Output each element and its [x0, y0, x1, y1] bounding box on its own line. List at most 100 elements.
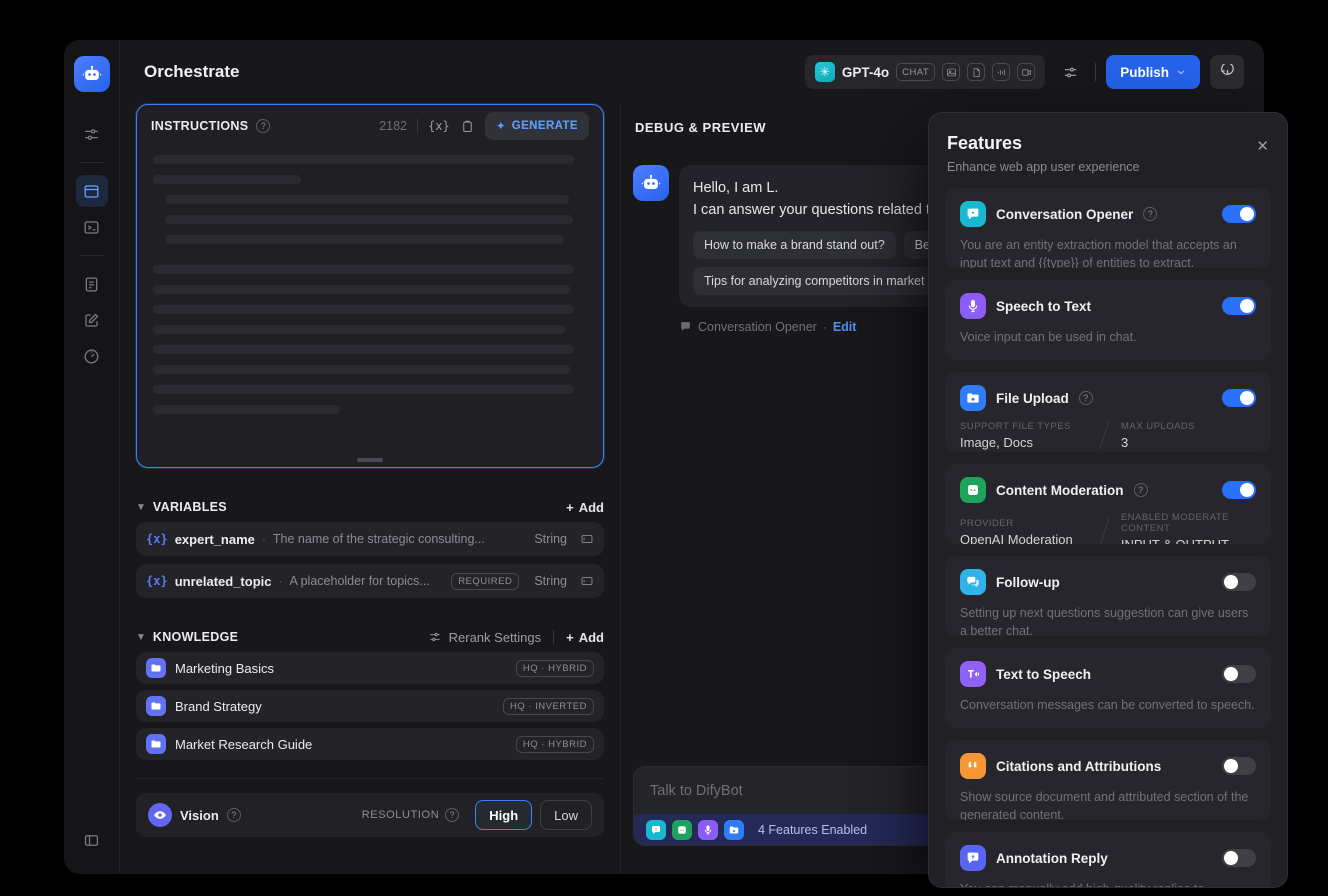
sidebar-item-params[interactable]: [76, 118, 108, 150]
feature-toggle[interactable]: [1222, 297, 1256, 315]
resolution-label: RESOLUTION ?: [362, 808, 460, 822]
generate-label: GENERATE: [511, 120, 578, 132]
follow-up-icon: [960, 569, 986, 595]
text-input-icon: [580, 532, 594, 546]
feature-description: Setting up next questions suggestion can…: [960, 606, 1249, 636]
variable-row[interactable]: {x} expert_name · The name of the strategic…: [136, 522, 604, 556]
add-knowledge-button[interactable]: + Add: [566, 630, 604, 645]
variable-row[interactable]: {x} unrelated_topic · A placeholder for top…: [136, 564, 604, 598]
conversation-opener-icon: [960, 201, 986, 227]
generate-button[interactable]: ✦ GENERATE: [484, 112, 589, 140]
feature-toggle[interactable]: [1222, 205, 1256, 223]
app-logo[interactable]: [73, 56, 110, 92]
sidebar-item-annotations[interactable]: [76, 304, 108, 336]
skeleton-line: [153, 385, 574, 394]
instructions-skeleton: [151, 147, 589, 414]
setting-value: INPUT & OUTPUT: [1121, 537, 1256, 544]
model-settings-button[interactable]: [1055, 57, 1085, 87]
feature-toggle[interactable]: [1222, 481, 1256, 499]
edit-opener-link[interactable]: Edit: [833, 320, 857, 334]
collapse-sidebar-button[interactable]: [76, 824, 108, 856]
instructions-label: INSTRUCTIONS: [151, 119, 249, 133]
divider: [417, 119, 418, 133]
browser-window-icon: [84, 184, 99, 198]
publish-button[interactable]: Publish: [1106, 55, 1200, 89]
citations-icon: [960, 753, 986, 779]
setting-value: OpenAI Moderation: [960, 531, 1073, 545]
features-subtitle: Enhance web app user experience: [947, 160, 1140, 174]
version-history-button[interactable]: [1210, 55, 1244, 89]
resize-handle[interactable]: [357, 458, 383, 462]
opener-label: Conversation Opener: [698, 319, 817, 334]
divider: [553, 630, 555, 644]
variables-title: VARIABLES: [152, 500, 227, 514]
required-badge: REQUIRED: [451, 572, 520, 590]
help-icon: ?: [445, 808, 460, 822]
variables-list: {x} expert_name · The name of the strategic…: [136, 522, 604, 598]
feature-card: Text to Speech Conversation messages can…: [945, 648, 1271, 728]
knowledge-row[interactable]: Brand Strategy HQ · INVERTED: [136, 690, 604, 722]
feature-name: Citations and Attributions: [996, 758, 1162, 774]
feature-toggle[interactable]: [1222, 757, 1256, 775]
image-capability-icon: [942, 63, 961, 81]
setting-label: ENABLED MODERATE CONTENT: [1120, 512, 1229, 534]
add-variable-button[interactable]: + Add: [566, 500, 604, 515]
sidebar-item-logs[interactable]: [76, 268, 108, 300]
help-icon: ?: [256, 119, 271, 133]
eye-icon: [148, 803, 172, 827]
skeleton-line: [165, 195, 569, 204]
chevron-down-icon[interactable]: ▼: [136, 632, 146, 643]
index-mode-badge: HQ · INVERTED: [502, 697, 594, 715]
feature-toggle[interactable]: [1222, 389, 1256, 407]
feature-name: Follow-up: [996, 574, 1060, 590]
text-to-speech-icon: [960, 661, 986, 687]
feature-toggle[interactable]: [1222, 849, 1256, 867]
sidebar-item-monitoring[interactable]: [76, 340, 108, 372]
help-icon: ?: [1143, 207, 1158, 221]
sidebar-item-terminal[interactable]: [76, 211, 108, 243]
model-selector[interactable]: ✳ GPT-4o CHAT: [804, 55, 1046, 89]
chevron-down-icon[interactable]: ▼: [136, 502, 146, 513]
model-mode-badge: CHAT: [896, 63, 936, 81]
publish-label: Publish: [1120, 64, 1169, 80]
copy-icon[interactable]: [460, 119, 475, 134]
knowledge-row[interactable]: Market Research Guide HQ · HYBRID: [136, 728, 604, 760]
vision-setting: Vision ? RESOLUTION ? High Low: [136, 793, 604, 837]
dataset-folder-icon: [146, 658, 166, 678]
instructions-editor[interactable]: INSTRUCTIONS ? 2182 {x} ✦ GENERATE: [136, 104, 604, 468]
feature-description: You are an entity extraction model that …: [960, 238, 1237, 268]
resolution-high-button[interactable]: High: [475, 800, 533, 830]
sidebar-item-orchestrate[interactable]: [75, 175, 108, 207]
rerank-settings-button[interactable]: Rerank Settings: [428, 630, 541, 645]
conversation-opener-icon: [646, 819, 666, 840]
knowledge-row[interactable]: Marketing Basics HQ · HYBRID: [136, 652, 604, 684]
topbar-divider: [1095, 63, 1097, 81]
feature-name: File Upload: [996, 390, 1069, 406]
feature-name: Annotation Reply: [996, 850, 1108, 866]
feature-toggle[interactable]: [1222, 573, 1256, 591]
resolution-low-button[interactable]: Low: [540, 800, 592, 830]
feature-name: Content Moderation: [996, 482, 1124, 498]
variable-type: String: [534, 532, 567, 546]
sidebar-divider: [78, 255, 105, 256]
feature-name: Speech to Text: [996, 298, 1092, 314]
knowledge-title: KNOWLEDGE: [152, 630, 239, 644]
annotation-reply-icon: [960, 845, 986, 871]
model-name: GPT-4o: [841, 64, 890, 80]
feature-card: File Upload ? SUPPORT FILE TYPES Image, D…: [945, 372, 1271, 452]
close-icon[interactable]: ✕: [1256, 137, 1269, 155]
feature-description: You can manually add high-quality replie…: [960, 880, 1256, 887]
feature-toggle[interactable]: [1222, 665, 1256, 683]
skeleton-line: [153, 155, 574, 164]
features-title: Features: [947, 133, 1023, 153]
insert-variable-icon[interactable]: {x}: [428, 119, 450, 133]
setting-label: SUPPORT FILE TYPES: [960, 420, 1071, 432]
sliders-icon: [85, 128, 98, 140]
history-icon: [1220, 63, 1234, 75]
sidebar-divider: [78, 162, 105, 163]
content-moderation-icon: [672, 819, 692, 840]
setting-value: Image, Docs: [960, 434, 1033, 450]
section-divider: [136, 778, 604, 779]
sparkle-icon: ✦: [495, 119, 506, 133]
suggested-question-chip[interactable]: How to make a brand stand out?: [693, 230, 896, 259]
